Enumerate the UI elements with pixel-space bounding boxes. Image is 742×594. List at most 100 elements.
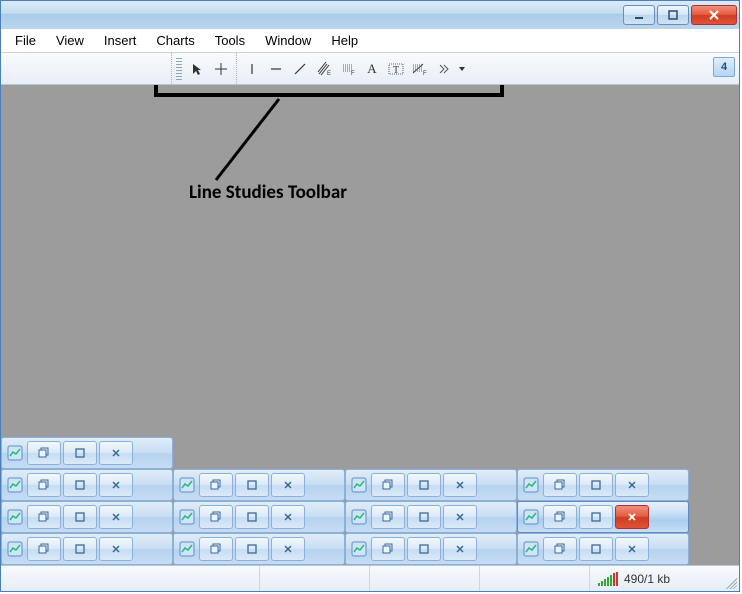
mdi-window[interactable] [1, 501, 173, 533]
mdi-close-button[interactable] [99, 473, 133, 497]
mdi-maximize-button[interactable] [407, 505, 441, 529]
mdi-maximize-button[interactable] [63, 473, 97, 497]
mdi-restore-button[interactable] [199, 505, 233, 529]
annotation-connector [1, 85, 739, 285]
menu-help[interactable]: Help [321, 33, 368, 48]
minimize-icon [633, 9, 645, 21]
maximize-icon [667, 9, 679, 21]
mdi-window[interactable] [345, 533, 517, 565]
shapes-icon [437, 62, 451, 76]
mdi-window-active[interactable] [517, 501, 689, 533]
menu-window[interactable]: Window [255, 33, 321, 48]
mdi-restore-button[interactable] [371, 537, 405, 561]
mdi-restore-button[interactable] [27, 537, 61, 561]
line-studies-toolbar: E F A T F [1, 53, 739, 85]
mdi-restore-button[interactable] [27, 505, 61, 529]
toolbar-grip[interactable] [176, 58, 182, 80]
mdi-close-button[interactable] [271, 505, 305, 529]
window-close-button[interactable] [691, 5, 737, 25]
mdi-maximize-button[interactable] [235, 473, 269, 497]
menu-charts[interactable]: Charts [146, 33, 204, 48]
mdi-maximize-button[interactable] [235, 505, 269, 529]
chart-icon [349, 475, 369, 495]
menu-file[interactable]: File [5, 33, 46, 48]
traffic-text: 490/1 kb [624, 572, 670, 586]
mdi-window[interactable] [1, 533, 173, 565]
horizontal-line-icon [269, 62, 283, 76]
mdi-window[interactable] [173, 501, 345, 533]
mdi-restore-button[interactable] [543, 473, 577, 497]
fibonacci-tool[interactable]: F [337, 58, 359, 80]
mdi-maximize-button[interactable] [579, 473, 613, 497]
mdi-window[interactable] [345, 469, 517, 501]
cursor-icon [190, 62, 204, 76]
mdi-close-button[interactable] [99, 505, 133, 529]
resize-grip[interactable] [723, 575, 737, 589]
menu-insert[interactable]: Insert [94, 33, 147, 48]
mdi-maximize-button[interactable] [579, 537, 613, 561]
mdi-close-button[interactable] [615, 505, 649, 529]
window-minimize-button[interactable] [623, 5, 655, 25]
shapes-dropdown[interactable] [457, 58, 467, 80]
mdi-window[interactable] [1, 469, 173, 501]
mdi-window[interactable] [173, 533, 345, 565]
annotation-rectangle [154, 85, 504, 97]
crosshair-icon [214, 62, 228, 76]
menubar: File View Insert Charts Tools Window Hel… [1, 29, 739, 53]
close-icon [708, 9, 720, 21]
mdi-restore-button[interactable] [543, 505, 577, 529]
vertical-line-tool[interactable] [241, 58, 263, 80]
trendline-tool[interactable] [289, 58, 311, 80]
signal-bars-icon [598, 572, 618, 586]
mdi-restore-button[interactable] [371, 505, 405, 529]
mdi-close-button[interactable] [443, 505, 477, 529]
horizontal-line-tool[interactable] [265, 58, 287, 80]
mdi-maximize-button[interactable] [63, 505, 97, 529]
cursor-tool[interactable] [186, 58, 208, 80]
mdi-maximize-button[interactable] [63, 441, 97, 465]
mdi-workspace: Line Studies Toolbar [1, 85, 739, 565]
fibo-fan-tool[interactable]: F [409, 58, 431, 80]
text-tool[interactable]: A [361, 58, 383, 80]
text-label-tool[interactable]: T [385, 58, 407, 80]
mdi-close-button[interactable] [443, 537, 477, 561]
connection-status: 490/1 kb [589, 566, 739, 591]
mdi-close-button[interactable] [99, 537, 133, 561]
mdi-close-button[interactable] [443, 473, 477, 497]
mdi-close-button[interactable] [99, 441, 133, 465]
mdi-maximize-button[interactable] [235, 537, 269, 561]
menu-tools[interactable]: Tools [205, 33, 255, 48]
mdi-restore-button[interactable] [27, 441, 61, 465]
chart-icon [521, 507, 541, 527]
chart-icon [521, 475, 541, 495]
crosshair-tool[interactable] [210, 58, 232, 80]
fibo-fan-icon: F [412, 62, 428, 76]
mdi-restore-button[interactable] [371, 473, 405, 497]
mdi-close-button[interactable] [615, 537, 649, 561]
mdi-restore-button[interactable] [199, 537, 233, 561]
mdi-close-button[interactable] [615, 473, 649, 497]
menu-view[interactable]: View [46, 33, 94, 48]
notification-badge[interactable]: 4 [713, 57, 735, 77]
titlebar [1, 1, 739, 29]
mdi-window[interactable] [517, 533, 689, 565]
tool-group-lines: E F A T F [236, 53, 471, 84]
shapes-tool[interactable] [433, 58, 455, 80]
mdi-window[interactable] [1, 437, 173, 469]
window-maximize-button[interactable] [657, 5, 689, 25]
mdi-maximize-button[interactable] [407, 473, 441, 497]
fibonacci-icon: F [341, 62, 355, 76]
mdi-restore-button[interactable] [199, 473, 233, 497]
mdi-close-button[interactable] [271, 473, 305, 497]
mdi-close-button[interactable] [271, 537, 305, 561]
equidistant-channel-tool[interactable]: E [313, 58, 335, 80]
mdi-window[interactable] [173, 469, 345, 501]
mdi-window[interactable] [517, 469, 689, 501]
mdi-restore-button[interactable] [543, 537, 577, 561]
mdi-maximize-button[interactable] [579, 505, 613, 529]
mdi-maximize-button[interactable] [63, 537, 97, 561]
mdi-restore-button[interactable] [27, 473, 61, 497]
chart-icon [5, 539, 25, 559]
mdi-window[interactable] [345, 501, 517, 533]
mdi-maximize-button[interactable] [407, 537, 441, 561]
